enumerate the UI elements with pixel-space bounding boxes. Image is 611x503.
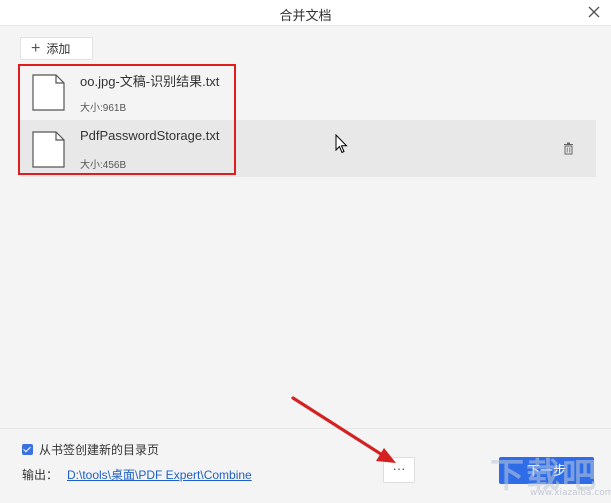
file-size: 大小:456B	[80, 160, 127, 171]
file-icon	[32, 131, 65, 168]
file-icon	[32, 74, 65, 111]
footer: 从书签创建新的目录页 输出： D:\tools\桌面\PDF Expert\Co…	[0, 428, 611, 503]
bookmark-toc-label: 从书签创建新的目录页	[39, 443, 160, 457]
title-bar: 合并文档	[0, 0, 611, 26]
mouse-cursor-icon	[335, 134, 348, 154]
checkbox-icon[interactable]	[22, 444, 33, 455]
browse-output-button[interactable]: ···	[383, 457, 415, 483]
plus-icon: +	[31, 39, 41, 57]
output-path-link[interactable]: D:\tools\桌面\PDF Expert\Combine	[67, 466, 252, 483]
file-name: oo.jpg-文稿-识别结果.txt	[80, 74, 220, 89]
next-step-button[interactable]: 下一步	[499, 457, 594, 484]
file-row[interactable]: oo.jpg-文稿-识别结果.txt 大小:961B	[20, 63, 596, 120]
trash-icon[interactable]	[563, 142, 574, 155]
add-file-button[interactable]: + 添加	[20, 37, 93, 60]
bookmark-toc-option[interactable]: 从书签创建新的目录页	[22, 441, 159, 458]
close-icon[interactable]	[585, 3, 603, 21]
output-label: 输出：	[22, 468, 59, 482]
window-title: 合并文档	[279, 8, 332, 23]
add-file-label: 添加	[46, 42, 71, 56]
file-name: PdfPasswordStorage.txt	[80, 128, 220, 143]
file-list: oo.jpg-文稿-识别结果.txt 大小:961B PdfPasswordSt…	[20, 63, 596, 177]
file-size: 大小:961B	[80, 103, 127, 114]
file-row[interactable]: PdfPasswordStorage.txt 大小:456B	[20, 120, 596, 177]
